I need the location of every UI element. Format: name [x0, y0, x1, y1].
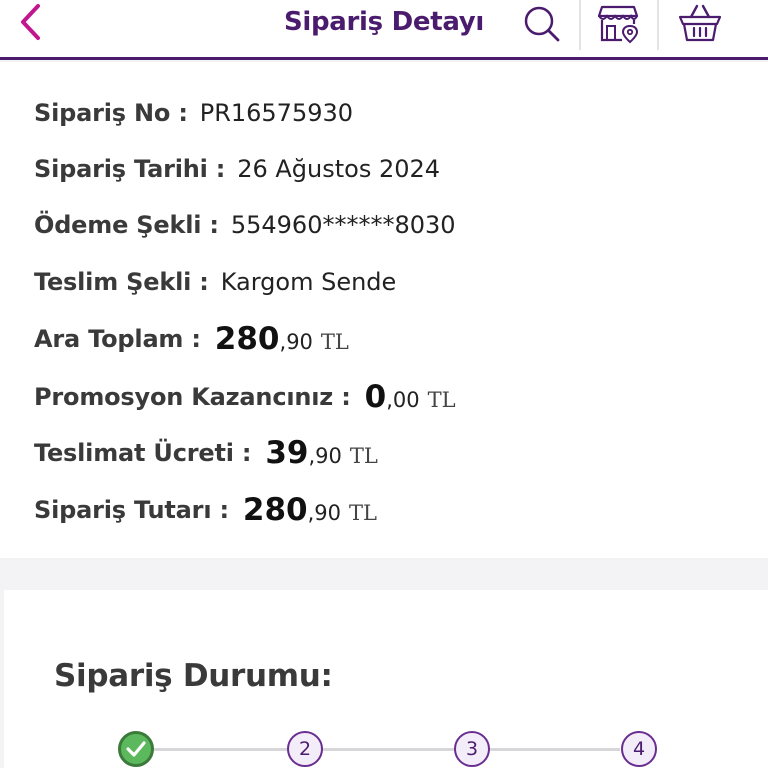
shipping-row: Teslimat Ücreti : 39,90 TL: [34, 433, 378, 473]
delivery-label: Teslim Şekli :: [34, 268, 209, 296]
total-price: 280,90 TL: [243, 492, 377, 528]
promo-integer: 0: [364, 379, 387, 415]
total-integer: 280: [242, 492, 308, 528]
store-location-icon: [598, 5, 639, 44]
search-icon: [524, 6, 560, 42]
status-step-4: 4: [621, 731, 657, 767]
promo-price: 0,00 TL: [365, 379, 456, 415]
progress-connector: [490, 748, 620, 751]
delivery-row: Teslim Şekli : Kargom Sende: [34, 262, 396, 302]
status-step-1: [118, 731, 154, 767]
step-number: 4: [632, 738, 646, 760]
store-locator-button[interactable]: [596, 0, 644, 46]
shipping-price: 39,90 TL: [265, 435, 378, 471]
shipping-decimal: ,90: [308, 444, 342, 468]
step-number: 3: [465, 738, 479, 760]
order-date-row: Sipariş Tarihi : 26 Ağustos 2024: [34, 149, 440, 189]
order-no-label: Sipariş No :: [34, 99, 188, 127]
back-button[interactable]: [10, 0, 50, 44]
delivery-value: Kargom Sende: [220, 268, 397, 296]
currency-label: TL: [427, 388, 456, 412]
header-divider: [657, 0, 659, 50]
subtotal-decimal: ,90: [279, 330, 313, 354]
order-summary-card: Sipariş No : PR16575930 Sipariş Tarihi :…: [0, 62, 768, 558]
order-no-row: Sipariş No : PR16575930: [34, 93, 353, 133]
status-step-2: 2: [287, 731, 323, 767]
currency-label: TL: [320, 330, 349, 354]
currency-label: TL: [349, 501, 377, 525]
search-button[interactable]: [518, 0, 566, 46]
subtotal-row: Ara Toplam : 280,90 TL: [34, 319, 349, 359]
page-title: Sipariş Detayı: [283, 7, 485, 37]
total-label: Sipariş Tutarı :: [34, 496, 229, 524]
basket-icon: [678, 4, 722, 42]
order-date-label: Sipariş Tarihi :: [34, 155, 226, 183]
status-step-3: 3: [454, 731, 490, 767]
progress-connector: [322, 748, 456, 751]
shipping-integer: 39: [265, 435, 309, 471]
progress-connector: [154, 748, 288, 751]
checkmark-icon: [126, 741, 146, 757]
header-divider: [579, 0, 581, 50]
order-status-card: Sipariş Durumu: 2 3 4: [4, 590, 768, 768]
subtotal-integer: 280: [214, 321, 280, 357]
currency-label: TL: [349, 444, 378, 468]
subtotal-price: 280,90 TL: [215, 321, 349, 357]
total-decimal: ,90: [307, 501, 342, 525]
promo-decimal: ,00: [386, 388, 420, 412]
order-date-value: 26 Ağustos 2024: [237, 155, 441, 183]
payment-row: Ödeme Şekli : 554960******8030: [34, 205, 456, 245]
promo-row: Promosyon Kazancınız : 0,00 TL: [34, 377, 456, 417]
status-title: Sipariş Durumu:: [54, 658, 333, 694]
basket-button[interactable]: [676, 0, 724, 46]
payment-label: Ödeme Şekli :: [34, 211, 219, 239]
payment-value: 554960******8030: [230, 211, 456, 239]
back-chevron-icon: [21, 4, 40, 40]
total-row: Sipariş Tutarı : 280,90 TL: [34, 490, 377, 530]
step-number: 2: [298, 738, 312, 760]
shipping-label: Teslimat Ücreti :: [34, 439, 252, 467]
order-no-value: PR16575930: [199, 99, 354, 127]
promo-label: Promosyon Kazancınız :: [34, 383, 351, 411]
subtotal-label: Ara Toplam :: [34, 325, 201, 353]
top-header: Sipariş Detayı: [0, 0, 768, 60]
